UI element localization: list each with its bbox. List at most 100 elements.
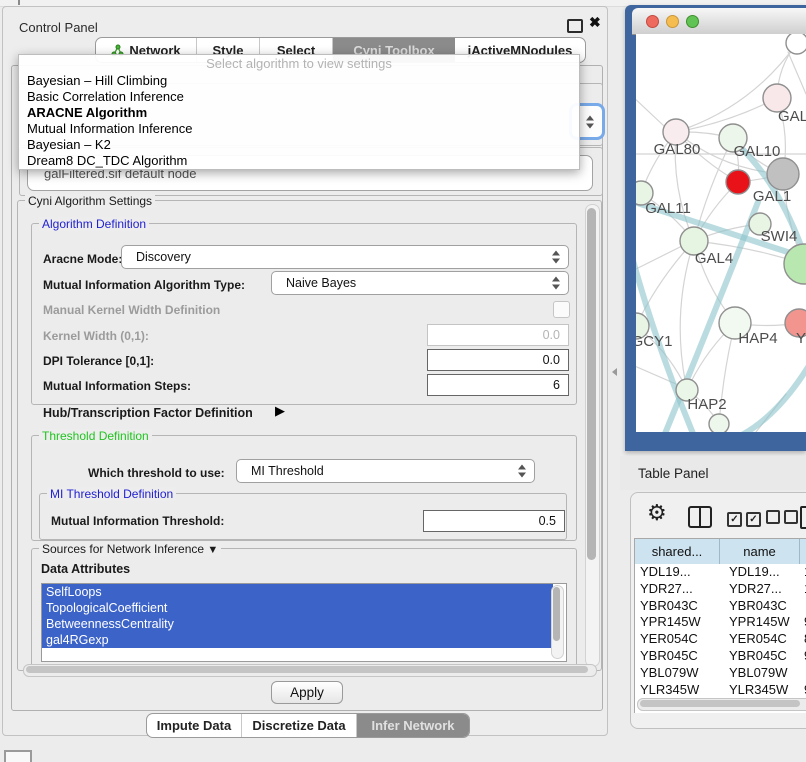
which-threshold-value: MI Threshold: [251, 464, 324, 478]
table-cell: 9.: [800, 648, 806, 665]
minimize-window-icon[interactable]: [666, 15, 679, 28]
combo-arrows-icon: [552, 251, 560, 264]
which-threshold-combobox[interactable]: MI Threshold: [236, 459, 535, 483]
docked-panel-icon[interactable]: [4, 750, 32, 762]
data-attributes-list[interactable]: SelfLoopsTopologicalCoefficientBetweenne…: [41, 583, 567, 662]
tab-label: Discretize Data: [252, 718, 345, 733]
algorithm-option[interactable]: Bayesian – Hill Climbing: [19, 73, 579, 89]
attribute-list-item[interactable]: TopologicalCoefficient: [42, 600, 553, 616]
mi-steps-label: Mutual Information Steps:: [43, 379, 191, 393]
deselect-checkboxes-icon[interactable]: [766, 510, 802, 529]
which-threshold-label: Which threshold to use:: [88, 466, 225, 480]
settings-group-title: Cyni Algorithm Settings: [25, 194, 155, 208]
mi-type-value: Naive Bayes: [286, 276, 356, 290]
scrollbar-thumb[interactable]: [640, 700, 800, 707]
network-node[interactable]: [767, 158, 799, 190]
table-row[interactable]: YBL079WYBL079W: [635, 665, 806, 682]
table-panel-titlebar: Table Panel: [620, 456, 806, 490]
aracne-mode-combobox[interactable]: Discovery: [121, 245, 569, 269]
algorithm-option[interactable]: Basic Correlation Inference: [19, 89, 579, 105]
table-row[interactable]: YER054CYER054C8.: [635, 631, 806, 648]
expand-arrow-icon[interactable]: ▶: [275, 403, 285, 419]
table-row[interactable]: YBR045CYBR045C9.: [635, 648, 806, 665]
table-column-header[interactable]: shared...: [635, 539, 720, 564]
collapse-arrow-icon[interactable]: ▼: [207, 544, 218, 556]
network-view-window[interactable]: GALGAL80GAL10GAL1GAL11SWI4GAL4GCY1HAP4YH…: [625, 5, 806, 451]
network-node-label: SWI4: [761, 228, 798, 245]
table-column-header[interactable]: [800, 539, 806, 564]
table-panel-title: Table Panel: [638, 466, 709, 481]
network-canvas[interactable]: GALGAL80GAL10GAL1GAL11SWI4GAL4GCY1HAP4YH…: [636, 34, 806, 432]
table-cell: 12: [800, 581, 806, 598]
apply-button[interactable]: Apply: [271, 681, 343, 704]
scrollbar-thumb[interactable]: [26, 666, 588, 673]
table-cell: YDR27...: [720, 581, 800, 598]
tab-impute-data[interactable]: Impute Data: [147, 714, 242, 737]
attributes-list-scrollbar[interactable]: [551, 585, 564, 659]
mi-type-combobox[interactable]: Naive Bayes: [271, 271, 569, 295]
table-row[interactable]: YDR27...YDR27...12: [635, 581, 806, 598]
network-node-label: GAL10: [734, 143, 781, 160]
table-row[interactable]: YBR043CYBR043C: [635, 598, 806, 615]
tab-infer-network[interactable]: Infer Network: [357, 714, 469, 737]
data-attributes-label: Data Attributes: [41, 562, 130, 576]
network-node-label: HAP4: [738, 330, 777, 347]
table-settings-gear-icon[interactable]: ⚙: [647, 502, 667, 524]
network-edge: [788, 52, 806, 94]
combo-arrows-icon: [586, 115, 594, 128]
dpi-tolerance-field[interactable]: 0.0: [427, 349, 569, 371]
control-panel-title: Control Panel: [19, 20, 98, 35]
network-node[interactable]: [786, 34, 806, 54]
network-graph[interactable]: GALGAL80GAL10GAL1GAL11SWI4GAL4GCY1HAP4YH…: [636, 34, 806, 432]
settings-vertical-scrollbar[interactable]: [585, 204, 600, 667]
combo-arrows-icon: [552, 277, 560, 290]
table-row[interactable]: YLR345WYLR345W9.: [635, 682, 806, 699]
network-node[interactable]: [726, 170, 750, 194]
scrollbar-thumb[interactable]: [553, 587, 560, 641]
page-icon[interactable]: [800, 506, 806, 529]
network-node-label: GAL4: [695, 250, 733, 267]
sources-title: Sources for Network Inference ▼: [39, 542, 221, 556]
mi-threshold-field[interactable]: 0.5: [423, 510, 565, 532]
algorithm-option[interactable]: Dream8 DC_TDC Algorithm: [19, 153, 579, 169]
toolbar-edge-tick: [18, 0, 20, 5]
select-all-checkboxes-icon[interactable]: ✓✓: [727, 509, 765, 527]
algorithm-option[interactable]: ARACNE Algorithm: [19, 105, 579, 121]
network-node[interactable]: [709, 414, 729, 432]
attribute-list-item[interactable]: BetweennessCentrality: [42, 616, 553, 632]
table-column-header[interactable]: name: [720, 539, 800, 564]
settings-horizontal-scrollbar[interactable]: [23, 664, 597, 677]
table-cell: [800, 665, 806, 682]
close-panel-icon[interactable]: ✖: [589, 14, 601, 31]
tab-discretize-data[interactable]: Discretize Data: [242, 714, 357, 737]
close-window-icon[interactable]: [646, 15, 659, 28]
dpi-tolerance-label: DPI Tolerance [0,1]:: [43, 354, 154, 368]
split-columns-icon[interactable]: [688, 506, 712, 528]
float-panel-icon[interactable]: [567, 19, 583, 33]
table-cell: YER054C: [635, 631, 720, 648]
table-cell: YBR043C: [720, 598, 800, 615]
algorithm-option[interactable]: Bayesian – K2: [19, 137, 579, 153]
zoom-window-icon[interactable]: [686, 15, 699, 28]
table-cell: 9.: [800, 614, 806, 631]
algorithm-option[interactable]: Mutual Information Inference: [19, 121, 579, 137]
mi-steps-field[interactable]: 6: [427, 374, 569, 396]
table-cell: YBR045C: [635, 648, 720, 665]
kernel-width-field[interactable]: 0.0: [427, 324, 569, 346]
scrollbar-thumb[interactable]: [587, 208, 596, 560]
manual-kernel-checkbox[interactable]: [553, 301, 570, 318]
network-node-label: GAL1: [753, 188, 791, 205]
table-cell: 8.: [800, 631, 806, 648]
table-row[interactable]: YDL19...YDL19...13: [635, 564, 806, 581]
table-cell: [800, 598, 806, 615]
table-horizontal-scrollbar[interactable]: [637, 698, 806, 711]
table-row[interactable]: YPR145WYPR145W9.: [635, 614, 806, 631]
attribute-list-item[interactable]: SelfLoops: [42, 584, 553, 600]
attribute-list-item[interactable]: gal4RGexp: [42, 632, 553, 648]
network-edge-highlighted: [740, 364, 806, 432]
network-window-titlebar[interactable]: [632, 8, 806, 35]
panel-divider-collapse-icon[interactable]: [612, 368, 617, 376]
table-cell: YBR043C: [635, 598, 720, 615]
manual-kernel-label: Manual Kernel Width Definition: [43, 303, 220, 317]
sources-title-text: Sources for Network Inference: [42, 542, 204, 556]
